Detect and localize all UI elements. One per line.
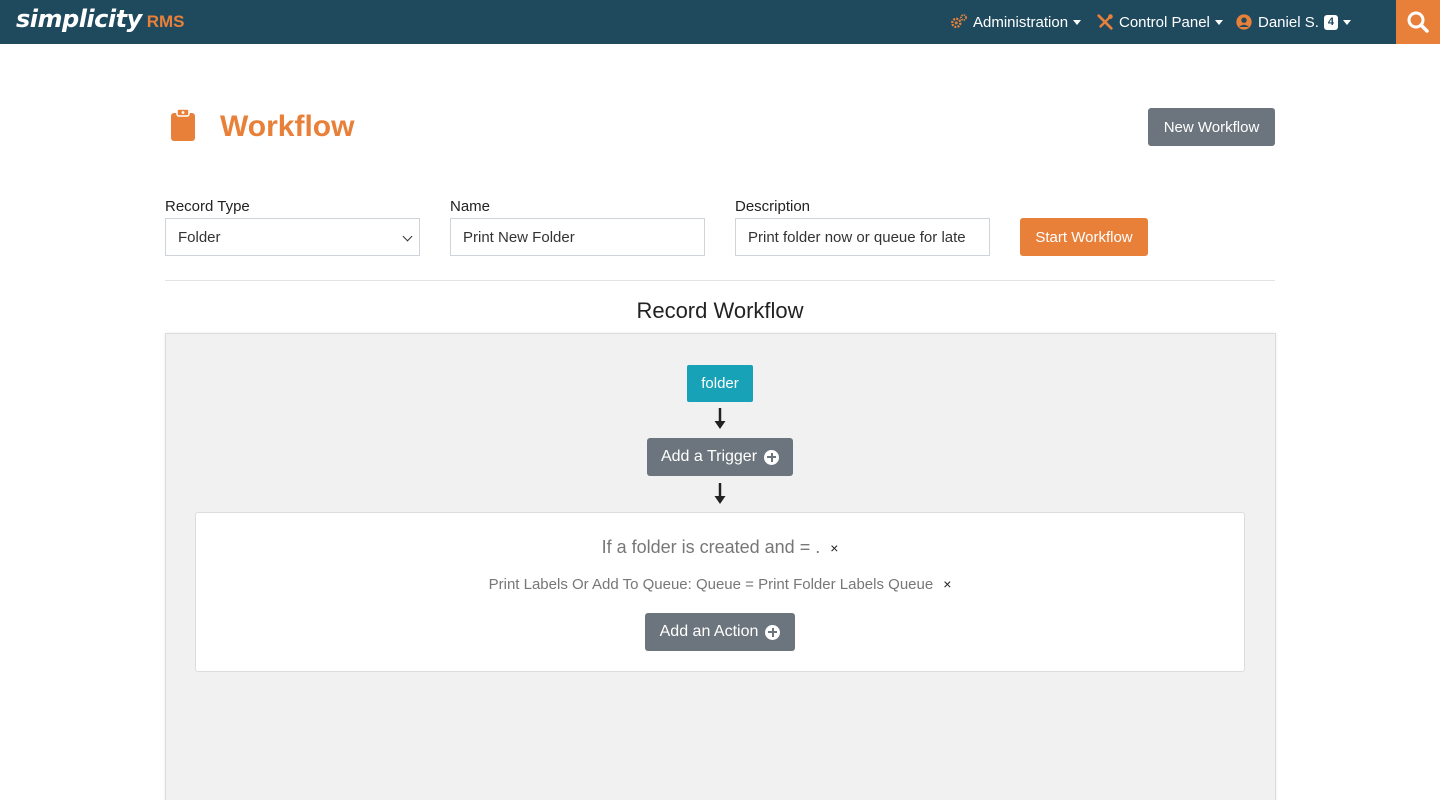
chevron-down-icon	[1214, 19, 1223, 25]
user-circle-icon	[1236, 14, 1252, 30]
description-input[interactable]: Print folder now or queue for late	[735, 218, 990, 256]
search-button[interactable]	[1396, 0, 1440, 44]
clipboard-icon	[171, 109, 195, 141]
name-value: Print New Folder	[463, 228, 575, 246]
arrow-down-icon	[714, 483, 726, 504]
brand-logo[interactable]: simplicity RMS	[16, 5, 185, 39]
record-type-label: Record Type	[165, 198, 250, 215]
add-trigger-label: Add a Trigger	[660, 448, 758, 465]
notification-badge: 4	[1323, 14, 1338, 30]
name-label: Name	[450, 198, 491, 215]
remove-action-icon[interactable]: ×	[943, 576, 951, 592]
plus-circle-icon	[765, 624, 781, 640]
top-navbar: simplicity RMS Administration Control Pa…	[0, 0, 1440, 44]
chevron-down-icon	[1343, 19, 1351, 25]
workflow-action: Print Labels Or Add To Queue: Queue = Pr…	[0, 576, 1440, 593]
plus-circle-icon	[764, 449, 780, 465]
record-type-select[interactable]: Folder	[165, 218, 420, 256]
user-name: Daniel S.	[1258, 13, 1319, 31]
tools-icon	[1097, 14, 1113, 30]
description-label: Description	[735, 198, 811, 215]
brand-name: simplicity	[16, 5, 142, 33]
nav-administration-label: Administration	[973, 13, 1069, 31]
workflow-action-text: Print Labels Or Add To Queue: Queue = Pr…	[488, 576, 934, 593]
trigger-condition: If a folder is created and = . ×	[0, 537, 1440, 558]
divider	[165, 280, 1275, 281]
search-icon	[1407, 11, 1429, 33]
nav-administration[interactable]: Administration	[950, 0, 1082, 44]
name-input[interactable]: Print New Folder	[450, 218, 705, 256]
cogs-icon	[951, 14, 967, 29]
record-type-value: Folder	[178, 228, 221, 246]
add-action-label: Add an Action	[659, 623, 759, 640]
remove-trigger-icon[interactable]: ×	[830, 540, 838, 556]
add-action-button[interactable]: Add an Action	[645, 613, 795, 651]
brand-suffix: RMS	[146, 12, 185, 31]
section-title: Record Workflow	[636, 298, 804, 323]
page-title: Workflow	[220, 110, 355, 143]
nav-user-menu[interactable]: Daniel S. 4	[1235, 0, 1351, 44]
start-workflow-button[interactable]: Start Workflow	[1020, 218, 1148, 256]
nav-control-panel-label: Control Panel	[1119, 13, 1210, 31]
chevron-down-icon	[402, 231, 413, 242]
new-workflow-button[interactable]: New Workflow	[1148, 108, 1275, 146]
workflow-start-node[interactable]: folder	[687, 365, 753, 402]
add-trigger-button[interactable]: Add a Trigger	[647, 438, 793, 476]
nav-control-panel[interactable]: Control Panel	[1096, 0, 1223, 44]
trigger-condition-text: If a folder is created and = .	[601, 537, 821, 557]
chevron-down-icon	[1073, 19, 1082, 25]
description-value: Print folder now or queue for late	[748, 228, 966, 246]
arrow-down-icon	[714, 408, 726, 429]
